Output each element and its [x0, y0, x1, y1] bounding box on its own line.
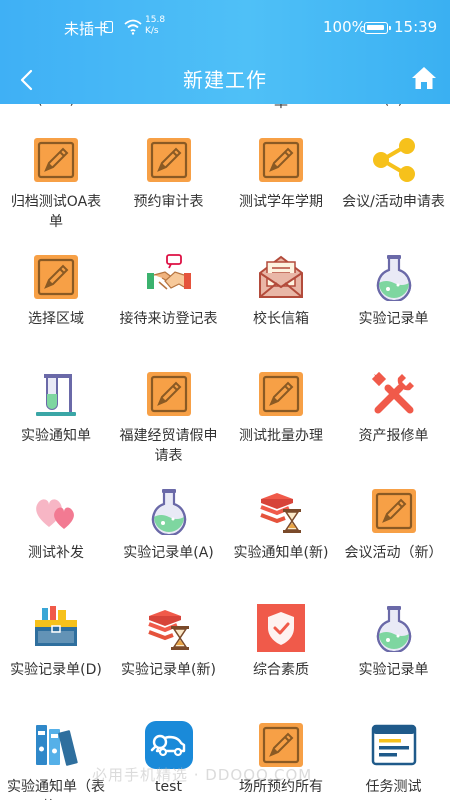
work-item-tile[interactable]: 资产报修单 [338, 370, 450, 488]
work-item-tile[interactable]: 选择区域 [0, 253, 112, 371]
work-item-label: 会议活动（新） [344, 545, 443, 561]
wifi-icon [124, 19, 142, 35]
flask-icon [370, 253, 418, 303]
partial-tile-label: (test) [0, 104, 112, 108]
status-time: 15:39 [394, 18, 438, 36]
battery-percent: 100% [323, 18, 366, 36]
work-item-label: 实验通知单 [21, 428, 91, 444]
test-tube-icon [32, 370, 80, 418]
toolbox-icon [32, 604, 80, 652]
work-item-tile[interactable]: 实验通知单 [0, 370, 112, 488]
partial-tile-label: (T) [338, 104, 450, 108]
work-item-tile[interactable]: 任务测试 [338, 721, 450, 800]
work-item-tile[interactable]: 实验记录单(D) [0, 604, 112, 722]
work-item-tile[interactable]: 测试学年学期 [225, 136, 337, 254]
work-item-tile[interactable]: 实验记录单 [338, 604, 450, 722]
home-icon[interactable] [408, 62, 440, 94]
edit-form-icon [257, 721, 305, 769]
work-item-label: 校长信箱 [253, 311, 309, 327]
books-hourglass-icon [145, 604, 193, 652]
mailbox-icon [257, 253, 305, 301]
work-item-tile[interactable]: 接待来访登记表 [113, 253, 225, 371]
battery-icon [364, 22, 391, 34]
work-item-tile[interactable]: 实验记录单 [338, 253, 450, 371]
work-item-label: 会议/活动申请表 [342, 194, 445, 210]
work-item-label: 福建经贸请假申请表 [119, 428, 218, 464]
shield-icon [257, 604, 305, 652]
books-hourglass-icon [257, 487, 305, 535]
work-item-label: 测试批量办理 [239, 428, 323, 444]
edit-form-icon [145, 136, 193, 184]
work-item-tile[interactable]: 测试批量办理 [225, 370, 337, 488]
flask-icon [145, 487, 193, 537]
work-item-tile[interactable]: 校长信箱 [225, 253, 337, 371]
carrier-label: 未插卡 [64, 20, 110, 38]
work-item-label: 实验记录单 [358, 662, 429, 678]
network-speed-value: 15.8 [145, 15, 166, 25]
work-item-tile[interactable]: 福建经贸请假申请表 [113, 370, 225, 488]
work-item-label: 实验记录单 [358, 311, 429, 327]
handshake-icon [145, 253, 193, 301]
status-bar: 未插卡 15.8 K/s 100% 15:39 [0, 0, 450, 56]
work-item-tile[interactable]: 测试补发 [0, 487, 112, 605]
sim-icon [104, 21, 113, 33]
hearts-icon [32, 487, 80, 535]
work-item-label: 测试补发 [28, 545, 84, 561]
work-item-label: 归档测试OA表单 [10, 194, 102, 230]
work-item-label: 实验记录单(D) [10, 662, 102, 678]
work-item-label: 综合素质 [253, 662, 309, 678]
watermark: 必用手机精选 · DDOOO.COM [92, 766, 313, 784]
edit-form-icon [32, 253, 80, 301]
work-item-label: 任务测试 [365, 779, 422, 795]
search-car-icon [144, 721, 193, 769]
partial-tile-label: 单 [225, 104, 337, 112]
title-bar: 新建工作 [0, 56, 450, 104]
work-item-tile[interactable]: 实验记录单(新) [113, 604, 225, 722]
work-item-tile[interactable]: 实验通知单(新) [225, 487, 337, 605]
page-title: 新建工作 [183, 68, 267, 92]
network-speed: 15.8 K/s [145, 15, 165, 37]
work-item-tile[interactable]: 场所预约所有 [225, 721, 337, 800]
work-item-label: 实验记录单(新) [121, 662, 216, 678]
work-item-tile[interactable]: 会议活动（新） [338, 487, 450, 605]
task-window-icon [370, 721, 418, 769]
work-item-tile[interactable]: 实验通知单（表格... [0, 721, 112, 800]
work-item-tile[interactable]: 预约审计表 [113, 136, 225, 254]
edit-form-icon [145, 370, 193, 418]
work-item-tile[interactable]: 会议/活动申请表 [338, 136, 450, 254]
work-item-tile[interactable]: 归档测试OA表单 [0, 136, 112, 254]
work-item-label: 实验通知单(新) [233, 545, 329, 561]
app-header: 未插卡 15.8 K/s 100% 15:39 新建工作 [0, 0, 450, 104]
work-item-tile[interactable]: test [113, 721, 225, 800]
work-item-label: 选择区域 [28, 311, 84, 327]
work-list[interactable]: (test) 单(T) 归档测试OA表单 预约审计表 测试学年学期 会议/活动申请表选择区… [0, 104, 450, 800]
edit-form-icon [257, 136, 305, 184]
edit-form-icon [32, 136, 80, 184]
work-item-label: 接待来访登记表 [119, 311, 218, 327]
flask-icon [370, 604, 418, 654]
work-item-label: 测试学年学期 [239, 194, 323, 210]
edit-form-icon [370, 487, 418, 535]
work-item-tile[interactable]: 实验记录单(A) [113, 487, 225, 605]
work-item-label: 资产报修单 [358, 428, 429, 444]
binders-icon [32, 721, 80, 769]
network-speed-unit: K/s [145, 26, 159, 36]
work-item-label: 实验记录单(A) [123, 545, 214, 561]
share-icon [370, 136, 418, 184]
work-item-tile[interactable]: 综合素质 [225, 604, 337, 722]
edit-form-icon [257, 370, 305, 418]
work-item-label: 预约审计表 [133, 194, 204, 210]
repair-tools-icon [370, 370, 418, 418]
